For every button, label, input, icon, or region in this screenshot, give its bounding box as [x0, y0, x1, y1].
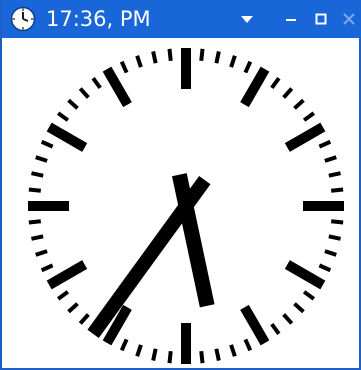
title-bar[interactable]: 17:36, PM [2, 0, 361, 38]
minute-tick [328, 234, 341, 241]
clock-face-area [4, 38, 359, 368]
minute-tick [28, 219, 42, 225]
minute-tick [31, 234, 44, 241]
analog-clock [28, 48, 344, 364]
close-icon [343, 13, 355, 25]
minimize-button[interactable] [278, 6, 304, 32]
minute-tick [31, 171, 44, 178]
minute-tick [199, 48, 205, 62]
clock-window: 17:36, PM [0, 0, 361, 370]
minute-tick [214, 348, 221, 361]
minimize-icon [286, 19, 296, 21]
minute-tick [330, 187, 344, 193]
minute-tick [151, 348, 158, 361]
close-button[interactable] [336, 6, 361, 32]
chevron-down-icon [241, 16, 253, 23]
menu-button[interactable] [234, 6, 260, 32]
minute-tick [328, 171, 341, 178]
minute-tick [28, 187, 42, 193]
maximize-button[interactable] [308, 6, 334, 32]
minute-tick [167, 48, 173, 62]
clock-icon[interactable] [10, 6, 36, 32]
window-title: 17:36, PM [46, 7, 151, 31]
minute-tick [151, 51, 158, 64]
maximize-icon [315, 13, 327, 25]
minute-tick [330, 219, 344, 225]
minute-tick [199, 350, 205, 364]
minute-tick [214, 51, 221, 64]
minute-tick [167, 350, 173, 364]
